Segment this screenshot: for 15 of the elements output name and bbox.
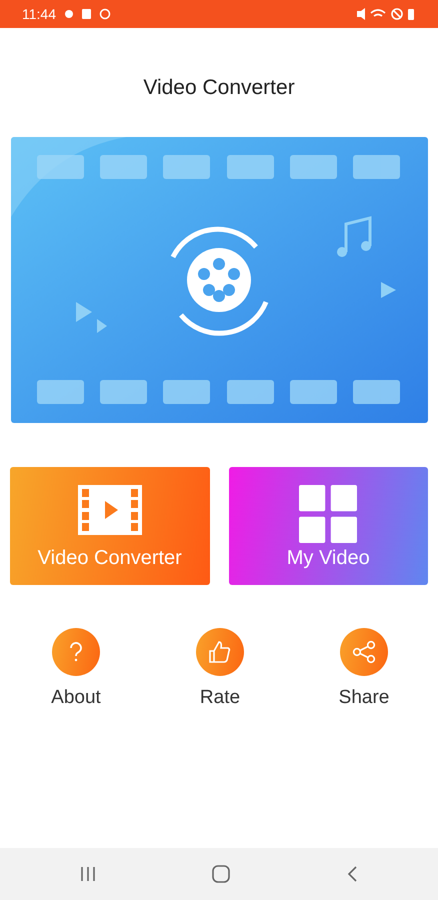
thumbs-up-icon bbox=[209, 641, 231, 663]
app-title: Video Converter bbox=[142, 75, 296, 101]
share-icon bbox=[352, 640, 376, 664]
film-play-icon bbox=[78, 485, 142, 535]
help-icon bbox=[69, 642, 83, 662]
rate-button[interactable]: Rate bbox=[170, 628, 270, 712]
back-icon[interactable] bbox=[346, 866, 358, 882]
recent-apps-icon[interactable] bbox=[80, 867, 96, 881]
share-button[interactable]: Share bbox=[314, 628, 414, 712]
home-icon[interactable] bbox=[212, 865, 230, 883]
grid-icon bbox=[297, 485, 360, 543]
status-time: 11:44 bbox=[22, 4, 56, 24]
about-button[interactable]: About bbox=[26, 628, 126, 712]
system-status-icons bbox=[356, 8, 416, 20]
my-video-tile[interactable]: My Video bbox=[228, 467, 428, 585]
